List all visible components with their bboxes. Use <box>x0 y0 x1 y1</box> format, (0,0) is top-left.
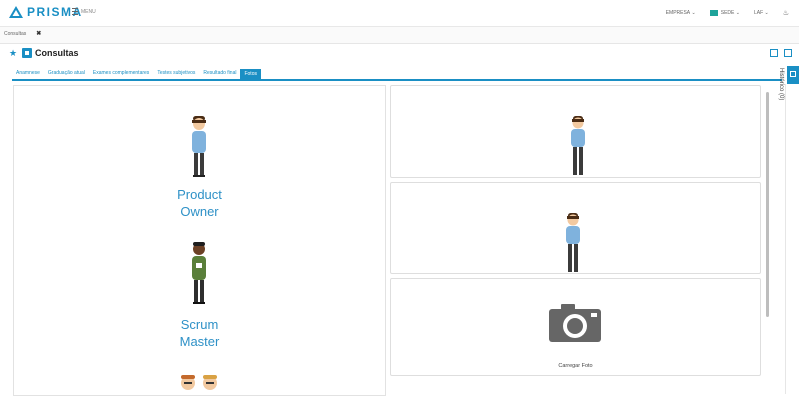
site-color-icon <box>709 10 718 16</box>
photo-card[interactable] <box>390 85 761 178</box>
upload-photo-card[interactable]: Carregar Foto <box>390 278 761 376</box>
scrum-master-label: Scrum Master <box>14 316 385 350</box>
consultas-icon <box>22 48 32 58</box>
camera-icon <box>549 304 601 342</box>
tab-fotos[interactable]: Fotos <box>240 69 261 79</box>
role-line: Owner <box>180 204 219 219</box>
company-label: EMPRESA <box>665 10 691 16</box>
chevron-down-icon: ⌄ <box>734 10 740 16</box>
tab-graduacao-atual[interactable]: Graduação atual <box>44 70 89 79</box>
role-line: Product <box>177 187 222 202</box>
site-label: SEDE <box>720 10 735 16</box>
save-icon[interactable] <box>770 49 778 57</box>
role-line: Scrum <box>180 317 219 332</box>
history-icon[interactable] <box>787 66 799 84</box>
page-actions <box>770 49 792 57</box>
top-bar: PRISMA MENU EMPRESA ⌄ SEDE ⌄ LAF ⌄ ♨ <box>0 0 799 27</box>
save-exit-icon[interactable] <box>784 49 792 57</box>
divider <box>785 84 786 394</box>
role-line: Master <box>179 334 220 349</box>
tab-exames-complementares[interactable]: Exames complementares <box>89 70 153 79</box>
product-owner-avatar <box>192 116 206 177</box>
chevron-down-icon: ⌄ <box>763 10 769 16</box>
person-avatar <box>571 116 585 175</box>
user-label: LAF <box>753 10 764 16</box>
header-actions: EMPRESA ⌄ SEDE ⌄ LAF ⌄ ♨ <box>652 9 789 17</box>
hamburger-icon <box>72 8 78 15</box>
prisma-logo-icon <box>9 6 23 18</box>
consulta-tabs: Anamnese Graduação atual Exames compleme… <box>12 65 782 81</box>
team-avatar <box>181 375 217 390</box>
tab-testes-subjetivos[interactable]: Testes subjetivos <box>153 70 199 79</box>
site-dropdown[interactable]: SEDE ⌄ <box>709 10 740 16</box>
history-label: Histórico (0) <box>778 68 784 101</box>
role-panel: Product Owner Scrum Master <box>13 85 386 396</box>
scrum-master-avatar <box>192 242 206 304</box>
company-dropdown[interactable]: EMPRESA ⌄ <box>666 10 696 16</box>
menu-label: MENU <box>81 8 96 15</box>
photo-card[interactable] <box>390 182 761 274</box>
page-title: Consultas <box>35 48 79 58</box>
user-dropdown[interactable]: LAF ⌄ <box>754 10 769 16</box>
menu-button[interactable]: MENU <box>72 8 96 15</box>
doc-tab-consultas[interactable]: Consultas ✖ <box>4 30 41 38</box>
chevron-down-icon: ⌄ <box>690 10 696 16</box>
person-avatar <box>566 213 580 272</box>
scrollbar[interactable] <box>766 92 769 317</box>
product-owner-label: Product Owner <box>14 186 385 220</box>
star-icon[interactable]: ★ <box>9 48 17 59</box>
bell-icon[interactable]: ♨ <box>783 9 789 17</box>
document-tabs: Consultas ✖ <box>0 27 799 44</box>
tab-resultado-final[interactable]: Resultado final <box>199 70 240 79</box>
tab-anamnese[interactable]: Anamnese <box>12 70 44 79</box>
page-header: ★ Consultas <box>0 44 799 63</box>
doc-tab-label: Consultas <box>4 30 27 37</box>
close-icon[interactable]: ✖ <box>36 30 41 37</box>
upload-photo-label: Carregar Foto <box>558 363 593 369</box>
